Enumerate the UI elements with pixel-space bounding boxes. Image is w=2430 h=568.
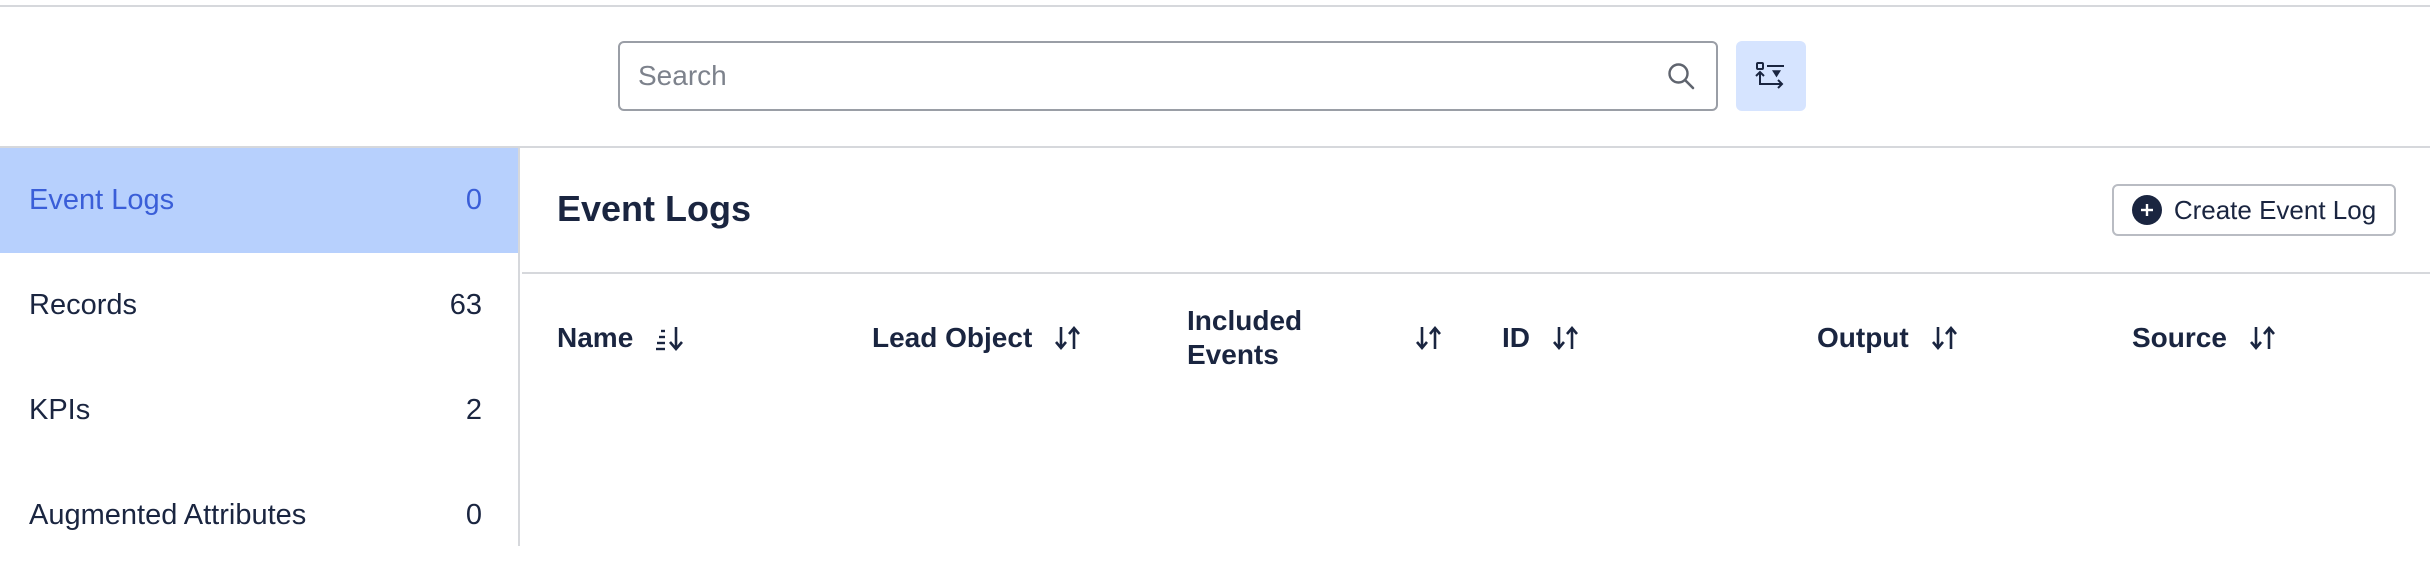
- plus-circle-icon: [2131, 195, 2162, 225]
- table-header: Name Lead Object Included Events ID Outp…: [522, 298, 2430, 378]
- sidebar: Event Logs 0 Records 63 KPIs 2 Augmented…: [0, 148, 520, 546]
- sort-icon[interactable]: [2249, 325, 2277, 351]
- create-button-label: Create Event Log: [2173, 194, 2377, 225]
- sidebar-item-kpis[interactable]: KPIs 2: [0, 358, 518, 463]
- sort-icon[interactable]: [1552, 325, 1580, 351]
- column-header-id[interactable]: ID: [1502, 298, 1580, 378]
- sidebar-item-label: KPIs: [29, 394, 91, 426]
- column-header-name[interactable]: Name: [557, 298, 685, 378]
- page-title: Event Logs: [557, 188, 752, 229]
- create-event-log-button[interactable]: Create Event Log: [2112, 184, 2396, 236]
- top-divider: [0, 5, 2430, 7]
- sidebar-item-event-logs[interactable]: Event Logs 0: [0, 148, 518, 253]
- column-header-output[interactable]: Output: [1817, 298, 1959, 378]
- filter-toggle-button[interactable]: [1736, 41, 1806, 111]
- filter-toggle-icon: [1755, 62, 1784, 89]
- search-bar[interactable]: [618, 41, 1718, 111]
- sidebar-item-count: 0: [465, 499, 482, 531]
- column-header-source[interactable]: Source: [2132, 298, 2277, 378]
- sort-icon[interactable]: [1415, 325, 1443, 351]
- sidebar-item-augmented-attributes[interactable]: Augmented Attributes 0: [0, 463, 518, 568]
- sidebar-item-label: Augmented Attributes: [29, 499, 307, 531]
- sidebar-item-count: 2: [465, 394, 482, 426]
- column-header-lead-object[interactable]: Lead Object: [872, 298, 1082, 378]
- search-icon[interactable]: [1664, 59, 1698, 93]
- sidebar-item-label: Records: [29, 289, 137, 321]
- sidebar-item-records[interactable]: Records 63: [0, 253, 518, 358]
- sidebar-item-label: Event Logs: [29, 184, 175, 216]
- sidebar-item-count: 63: [449, 289, 482, 321]
- sort-icon[interactable]: [1931, 325, 1959, 351]
- sort-descending-icon[interactable]: [655, 325, 685, 351]
- column-header-included-events[interactable]: Included Events: [1187, 298, 1457, 378]
- main-panel: Event Logs Create Event Log Name Lead Ob…: [522, 148, 2430, 546]
- search-input[interactable]: [638, 60, 1664, 92]
- sidebar-item-count: 0: [465, 184, 482, 216]
- main-divider: [522, 272, 2430, 274]
- sort-icon[interactable]: [1054, 325, 1082, 351]
